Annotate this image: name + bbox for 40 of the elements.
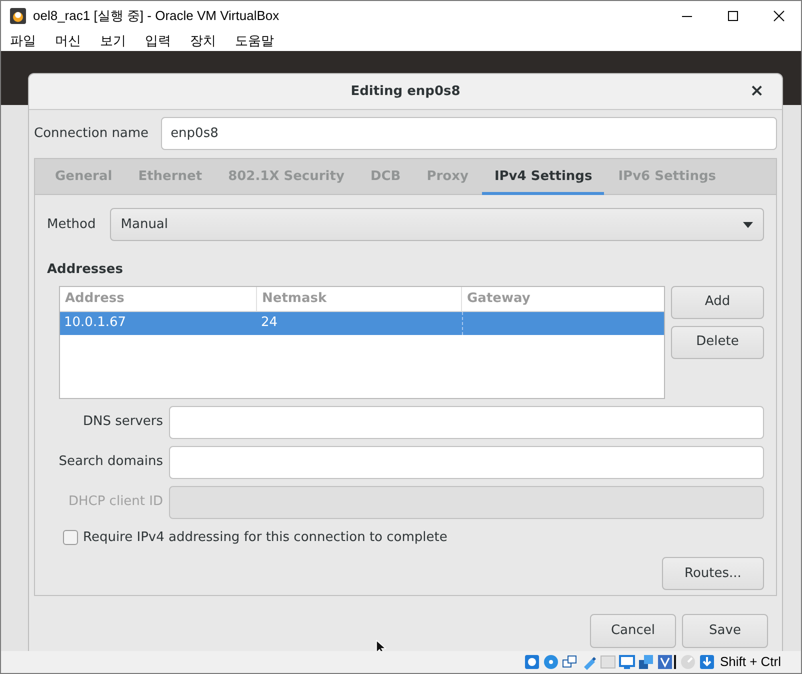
close-button[interactable]: ×	[750, 80, 764, 102]
network-icon[interactable]	[562, 654, 578, 670]
checkbox[interactable]	[63, 530, 78, 545]
field-label: Connection name	[34, 124, 149, 143]
optical-disc-icon[interactable]	[542, 654, 559, 670]
close-icon[interactable]	[773, 10, 785, 22]
table-action-button[interactable]: Add	[671, 286, 764, 318]
mouse-pointer-icon	[376, 640, 388, 651]
menu-item[interactable]: 보기	[100, 30, 126, 50]
section-heading: Addresses	[47, 261, 124, 279]
menu-item[interactable]: 도움말	[235, 30, 274, 50]
checkbox-label: Require IPv4 addressing for this connection to complete	[83, 528, 448, 546]
method-dropdown[interactable]: Manual	[110, 208, 764, 241]
field-label: DNS servers	[82, 413, 163, 432]
window-title: oel8_rac1 [실행 중] - Oracle VM VirtualBox	[33, 6, 280, 25]
dialog-title: Editing enp0s8	[350, 82, 460, 101]
dialog-button[interactable]: Save	[682, 614, 768, 648]
menu-item[interactable]: 파일	[10, 30, 36, 50]
input-field[interactable]	[169, 406, 764, 438]
method-label: Method	[47, 216, 96, 234]
v-letter-chip-icon[interactable]	[656, 654, 677, 670]
menu-item[interactable]: 머신	[55, 30, 81, 50]
field-label: Search domains	[58, 453, 163, 472]
table-action-button[interactable]: Delete	[671, 326, 764, 358]
tab[interactable]: IPv4 Settings	[482, 159, 604, 195]
caret-icon	[743, 222, 753, 228]
field-label: DHCP client ID	[67, 493, 163, 512]
routes-button[interactable]: Routes...	[662, 557, 764, 590]
dialog-button[interactable]: Cancel	[590, 614, 676, 648]
windows-icon[interactable]	[638, 654, 654, 670]
menu-item[interactable]: 입력	[145, 30, 171, 50]
table-cell-text: 10.0.1.67	[63, 314, 128, 332]
table-cell-text: 24	[260, 314, 279, 332]
display-icon[interactable]	[618, 654, 635, 670]
input-field[interactable]	[169, 446, 764, 478]
app-icon	[9, 6, 27, 24]
maximize-icon[interactable]	[727, 10, 739, 22]
menu-item[interactable]: 장치	[190, 30, 216, 50]
host-key-label: Shift + Ctrl	[720, 653, 781, 672]
connection-name-field[interactable]: enp0s8	[160, 117, 777, 150]
